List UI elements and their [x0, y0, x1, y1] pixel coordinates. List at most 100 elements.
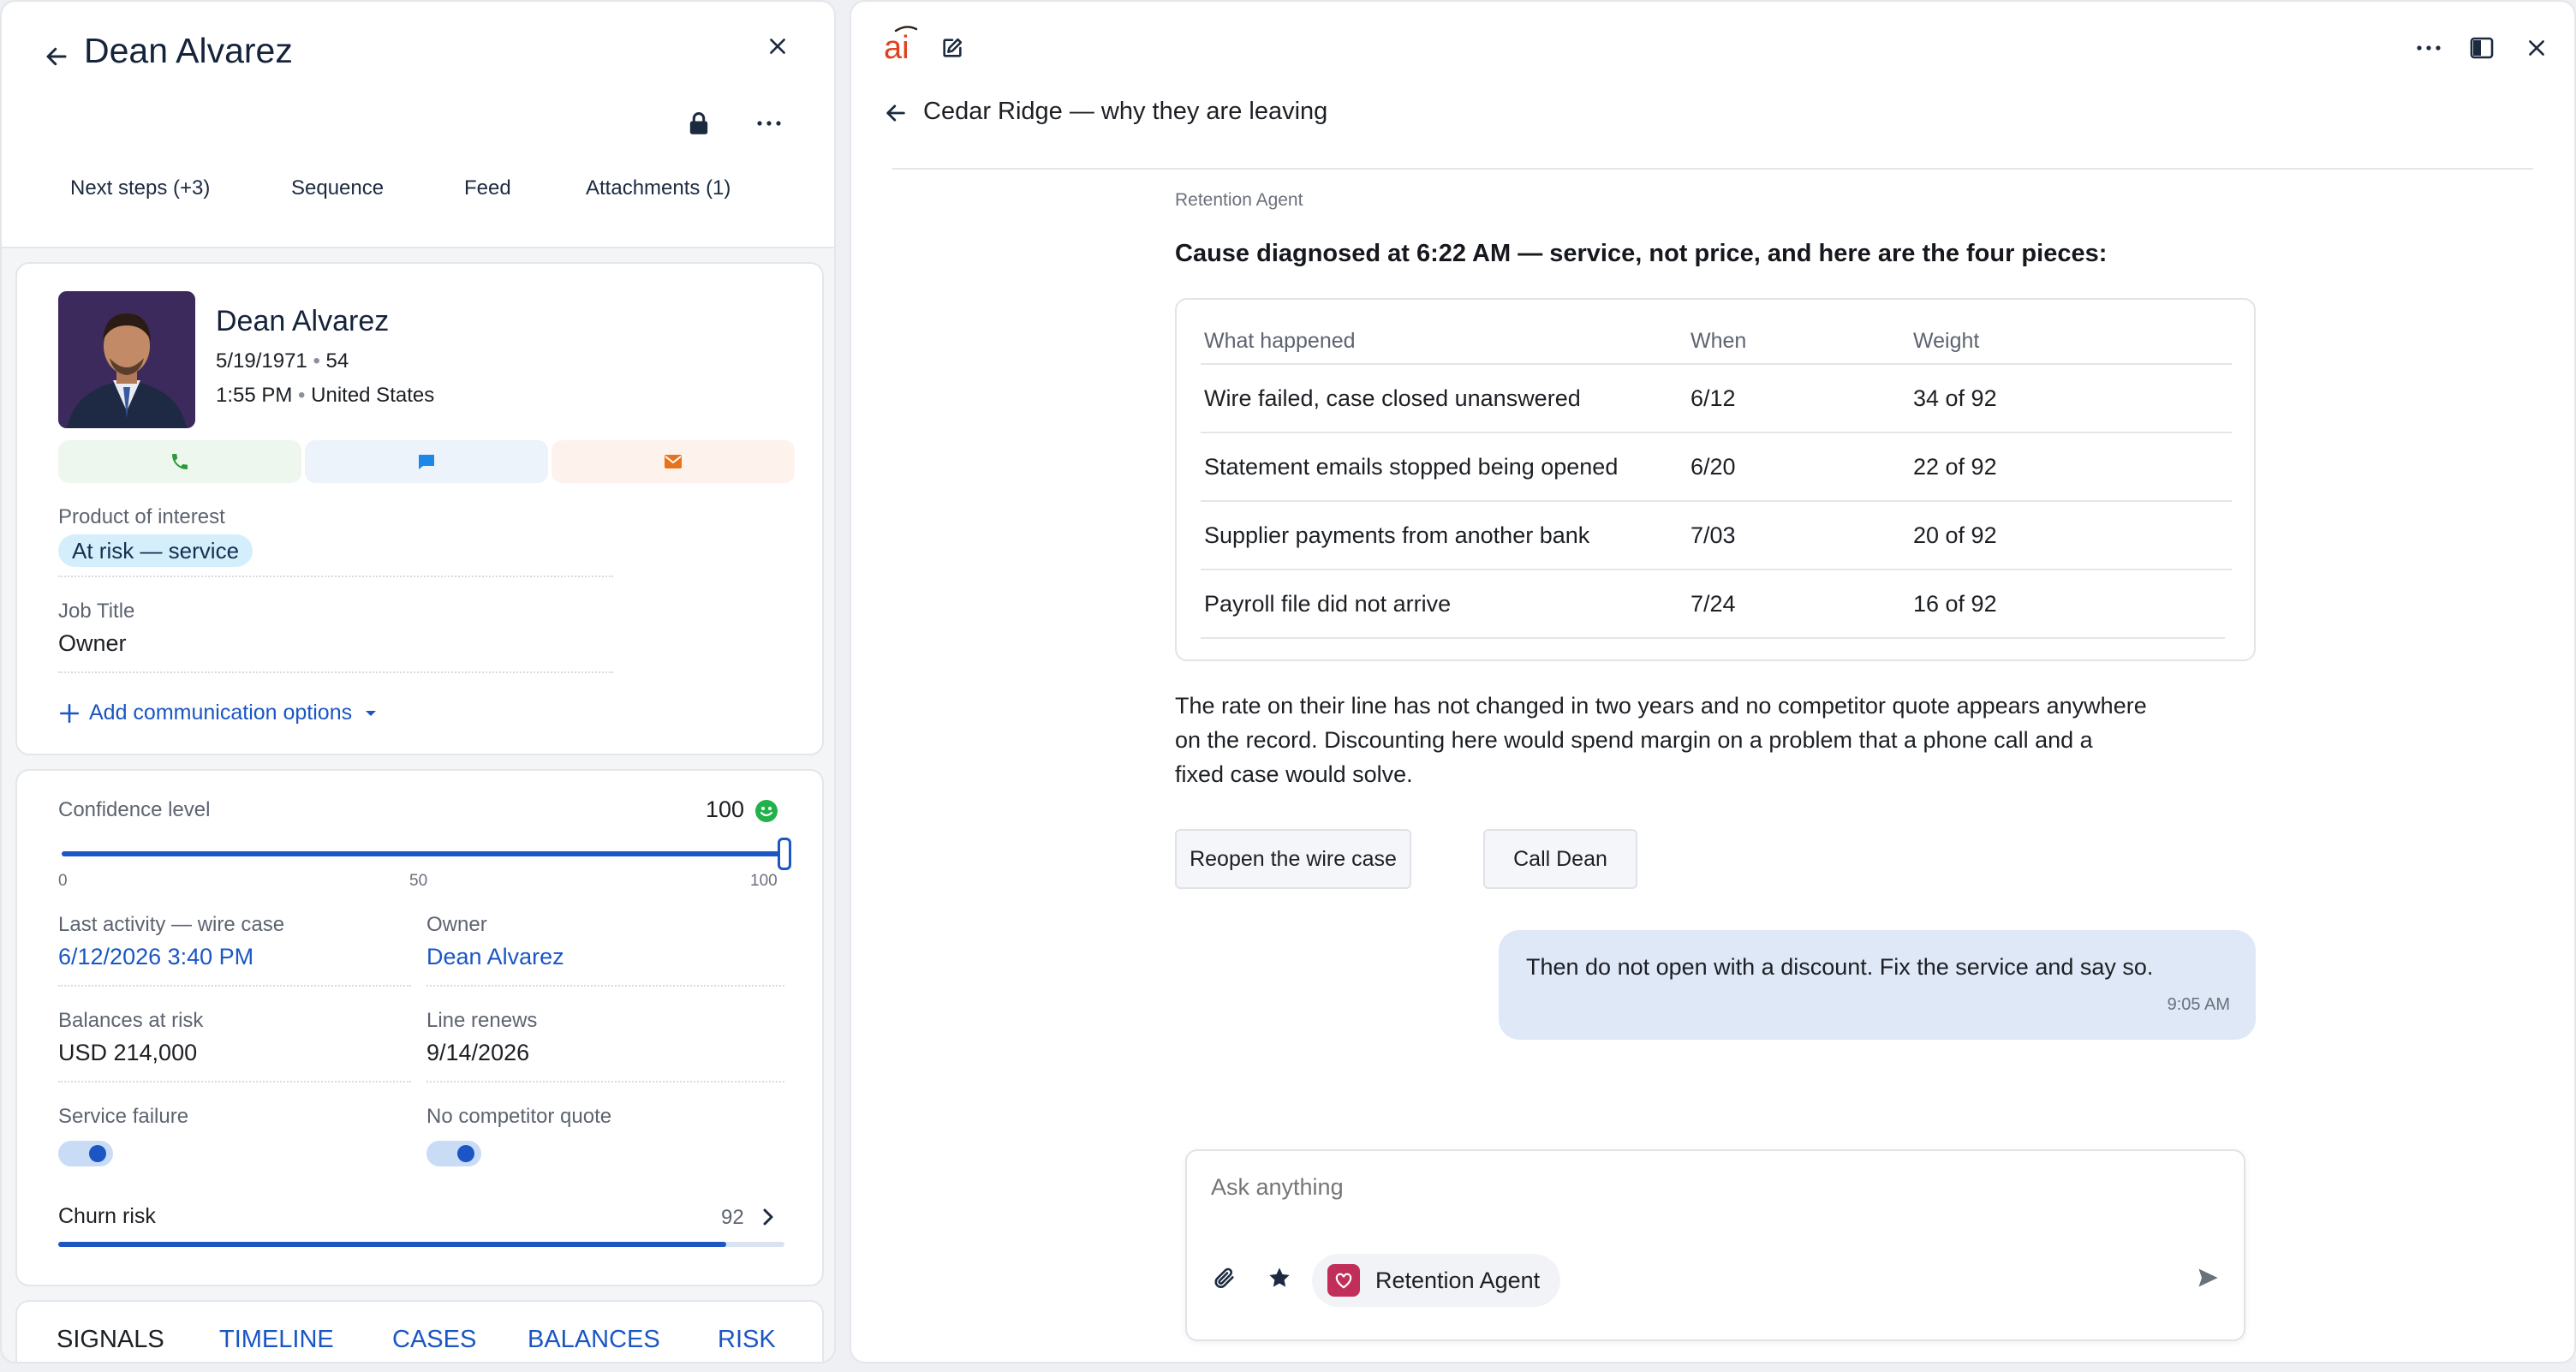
- tab-risk[interactable]: RISK: [718, 1326, 776, 1354]
- service-failure-label: Service failure: [58, 1105, 189, 1128]
- more-options-icon[interactable]: [2412, 33, 2446, 63]
- user-message-bubble: Then do not open with a discount. Fix th…: [1499, 930, 2256, 1040]
- email-button[interactable]: [552, 440, 795, 483]
- record-header: Dean Alvarez Next steps (+3) Sequence Fe…: [2, 2, 834, 248]
- cause-link[interactable]: Payroll file did not arrive: [1204, 591, 1451, 617]
- composer-input[interactable]: [1211, 1166, 2153, 1208]
- caret-down-icon: [366, 710, 377, 716]
- bottom-tab-bar: SIGNALS TIMELINE CASES BALANCES RISK: [15, 1300, 824, 1362]
- tab-signals[interactable]: SIGNALS: [57, 1326, 164, 1354]
- tab-attachments[interactable]: Attachments (1): [586, 176, 730, 200]
- churn-bar-track: [58, 1242, 784, 1247]
- lock-icon[interactable]: [683, 108, 714, 139]
- agent-chip-label: Retention Agent: [1375, 1267, 1541, 1293]
- more-options-icon[interactable]: [752, 108, 786, 139]
- paragraph-line: The rate on their line has not changed i…: [1175, 693, 2147, 719]
- chat-icon: [419, 455, 434, 469]
- thread-title: Cedar Ridge — why they are leaving: [923, 98, 1328, 125]
- add-communication-button[interactable]: Add communication options: [58, 701, 378, 725]
- agent-chip[interactable]: Retention Agent: [1312, 1254, 1561, 1307]
- cause-link[interactable]: Supplier payments from another bank: [1204, 522, 1589, 549]
- service-failure-toggle[interactable]: [58, 1141, 113, 1166]
- tab-feed[interactable]: Feed: [464, 176, 511, 200]
- no-competitor-label: No competitor quote: [426, 1105, 612, 1128]
- cause-link[interactable]: Statement emails stopped being opened: [1204, 454, 1618, 480]
- contact-local-time: 1:55 PM: [216, 384, 293, 407]
- tab-timeline[interactable]: TIMELINE: [219, 1326, 334, 1354]
- divider: [58, 985, 411, 987]
- suggestion-reopen-case-button[interactable]: Reopen the wire case: [1175, 829, 1411, 889]
- tab-next-steps[interactable]: Next steps (+3): [70, 176, 210, 200]
- user-message-time: 9:05 AM: [2167, 995, 2230, 1014]
- logo-text: ai: [884, 30, 909, 62]
- cause-when: 6/12: [1690, 385, 1736, 411]
- call-button[interactable]: [58, 440, 301, 483]
- phone-icon: [172, 454, 188, 469]
- slider-tick-min: 0: [58, 872, 68, 890]
- back-arrow-icon[interactable]: [39, 39, 74, 74]
- tab-cases[interactable]: CASES: [392, 1326, 476, 1354]
- attach-icon[interactable]: [1208, 1261, 1242, 1295]
- renews-value: 9/14/2026: [426, 1040, 530, 1065]
- divider: [426, 1081, 784, 1083]
- product-badge: At risk — service: [58, 534, 253, 567]
- send-icon[interactable]: [2191, 1261, 2225, 1295]
- cause-when: 7/03: [1690, 522, 1736, 548]
- suggestion-call-dean-button[interactable]: Call Dean: [1483, 829, 1637, 889]
- back-arrow-icon[interactable]: [879, 98, 913, 128]
- smile-icon: [755, 800, 778, 822]
- tab-balances[interactable]: BALANCES: [528, 1326, 660, 1354]
- avatar: [58, 291, 195, 428]
- add-communication-label: Add communication options: [89, 701, 353, 725]
- last-activity-label: Last activity — wire case: [58, 913, 285, 936]
- divider: [426, 985, 784, 987]
- churn-value: 92: [721, 1206, 744, 1229]
- close-icon[interactable]: [2521, 33, 2552, 63]
- metrics-card: Confidence level 100 0 50 100 Last activ…: [15, 769, 824, 1286]
- message-button[interactable]: [305, 440, 548, 483]
- table-row: Wire failed, case closed unanswered 6/12…: [1201, 365, 2232, 433]
- star-icon[interactable]: [1262, 1261, 1297, 1295]
- contact-card: Dean Alvarez 5/19/1971 • 54 1:55 PM • Un…: [15, 262, 824, 755]
- paragraph-line: fixed case would solve.: [1175, 761, 1413, 787]
- owner-link[interactable]: Dean Alvarez: [426, 944, 564, 970]
- response-paragraph: The rate on their line has not changed i…: [1175, 689, 2280, 791]
- cause-when: 6/20: [1690, 454, 1736, 480]
- composer: Retention Agent: [1185, 1149, 2245, 1341]
- table-row: Payroll file did not arrive 7/24 16 of 9…: [1201, 570, 2225, 639]
- balances-label: Balances at risk: [58, 1009, 204, 1032]
- job-title-value: Owner: [58, 630, 127, 656]
- agent-label: Retention Agent: [1175, 190, 1303, 210]
- table-row: Statement emails stopped being opened 6/…: [1201, 433, 2232, 502]
- cause-link[interactable]: Wire failed, case closed unanswered: [1204, 385, 1581, 412]
- confidence-slider-track: [62, 851, 784, 856]
- divider: [58, 576, 613, 577]
- plus-icon: [59, 703, 80, 723]
- confidence-slider-thumb[interactable]: [778, 838, 791, 870]
- last-activity-link[interactable]: 6/12/2026 3:40 PM: [58, 944, 253, 970]
- contact-dob-line: 5/19/1971 • 54: [216, 349, 349, 373]
- chevron-right-icon[interactable]: [755, 1204, 781, 1230]
- confidence-value: 100: [706, 796, 745, 822]
- close-icon[interactable]: [760, 29, 795, 63]
- table-row: Supplier payments from another bank 7/03…: [1201, 502, 2232, 570]
- tab-sequence[interactable]: Sequence: [291, 176, 384, 200]
- divider: [58, 671, 613, 673]
- assistant-panel: ai Cedar Ridge — why they are leaving Re…: [850, 0, 2576, 1363]
- user-message-text: Then do not open with a discount. Fix th…: [1526, 954, 2154, 980]
- owner-label: Owner: [426, 913, 487, 936]
- new-chat-icon[interactable]: [937, 33, 968, 63]
- cause-weight: 34 of 92: [1913, 385, 1997, 411]
- mail-icon: [665, 455, 682, 468]
- column-header: What happened: [1204, 329, 1356, 353]
- contact-time-line: 1:55 PM • United States: [216, 384, 435, 407]
- dock-panel-icon[interactable]: [2466, 33, 2497, 63]
- cause-table: What happened When Weight Wire failed, c…: [1175, 298, 2256, 661]
- churn-bar-fill: [58, 1242, 727, 1247]
- cause-weight: 16 of 92: [1913, 591, 1997, 617]
- slider-tick-max: 100: [750, 872, 778, 890]
- ai-logo: ai: [882, 24, 920, 66]
- renews-label: Line renews: [426, 1009, 538, 1032]
- no-competitor-toggle[interactable]: [426, 1141, 481, 1166]
- contact-age: 54: [325, 349, 349, 373]
